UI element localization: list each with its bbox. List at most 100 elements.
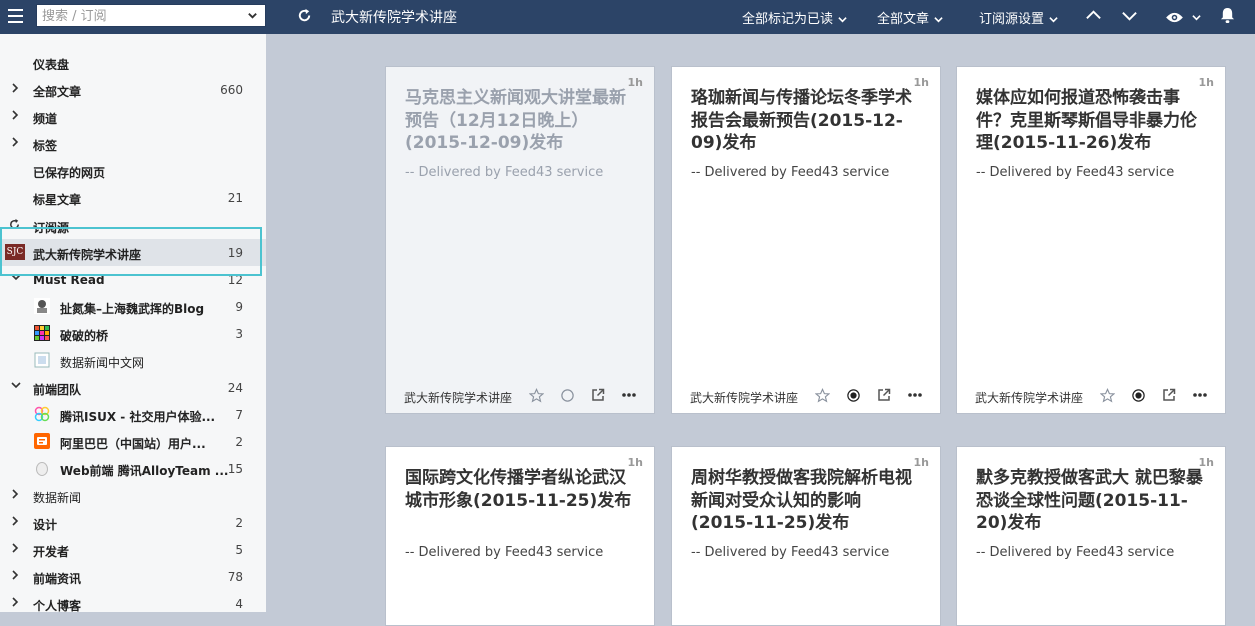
article-source[interactable]: 武大新传院学术讲座: [404, 389, 512, 406]
view-options-button[interactable]: [1165, 9, 1201, 28]
sidebar-item-label: 破破的桥: [60, 329, 109, 343]
star-icon[interactable]: [529, 388, 544, 403]
sidebar-item-label: 开发者: [33, 545, 70, 559]
sidebar-item-channels[interactable]: 频道: [0, 103, 266, 130]
chevron-right-icon[interactable]: [11, 83, 19, 93]
previous-article-icon[interactable]: [1085, 7, 1102, 24]
article-card[interactable]: 1h 周树华教授做客我院解析电视新闻对受众认知的影响(2015-11-25)发布…: [671, 446, 941, 626]
chevron-right-icon[interactable]: [11, 543, 19, 553]
sidebar-folder-personal-blogs[interactable]: 个人博客 4: [0, 590, 266, 612]
chevron-right-icon[interactable]: [11, 137, 19, 147]
search-box[interactable]: [36, 4, 266, 27]
feed-favicon-icon: [36, 462, 48, 476]
chevron-down-icon[interactable]: [11, 273, 21, 281]
refresh-icon[interactable]: [8, 218, 21, 231]
sidebar-folder-must-read[interactable]: Must Read 12: [0, 266, 266, 293]
sidebar-item-label: 阿里巴巴（中国站）用户...: [60, 437, 206, 451]
mark-all-read-button[interactable]: 全部标记为已读: [742, 8, 847, 27]
unread-count: 2: [235, 435, 243, 449]
star-icon[interactable]: [815, 388, 830, 403]
feed-favicon-icon: [34, 406, 50, 422]
sidebar-feed-item[interactable]: 腾讯ISUX - 社交用户体验... 7: [0, 401, 266, 428]
sidebar-item-label: 前端资讯: [33, 572, 82, 586]
sidebar-folder-frontend-team[interactable]: 前端团队 24: [0, 374, 266, 401]
sidebar-item-all-articles[interactable]: 全部文章 660: [0, 76, 266, 103]
unread-count: 21: [227, 191, 243, 205]
sidebar-feed-item[interactable]: 数据新闻中文网: [0, 347, 266, 374]
sidebar-item-subscriptions[interactable]: 订阅源: [0, 212, 266, 239]
more-options-icon[interactable]: [622, 393, 636, 397]
open-external-icon[interactable]: [591, 388, 605, 402]
feed-settings-label: 订阅源设置: [979, 12, 1045, 27]
chevron-right-icon[interactable]: [11, 489, 19, 499]
sidebar-feed-item[interactable]: 破破的桥 3: [0, 320, 266, 347]
article-title[interactable]: 默多克教授做客武大 就巴黎暴恐谈全球性问题(2015-11-20)发布: [976, 467, 1208, 535]
chevron-down-icon[interactable]: [11, 381, 21, 389]
article-title[interactable]: 国际跨文化传播学者纵论武汉城市形象(2015-11-25)发布: [405, 467, 637, 512]
unread-count: 660: [220, 83, 243, 97]
sidebar-item-label: 已保存的网页: [33, 166, 106, 180]
sidebar-item-label: 标签: [33, 139, 58, 153]
sidebar-item-dashboard[interactable]: 仪表盘: [0, 49, 266, 76]
feed-favicon-icon: [34, 352, 50, 368]
sidebar-folder-data-news[interactable]: 数据新闻: [0, 482, 266, 509]
chevron-down-icon[interactable]: [247, 10, 258, 21]
article-title[interactable]: 马克思主义新闻观大讲堂最新预告（12月12日晚上）(2015-12-09)发布: [405, 87, 637, 155]
sidebar-folder-design[interactable]: 设计 2: [0, 509, 266, 536]
eye-icon: [1166, 12, 1183, 23]
article-source[interactable]: 武大新传院学术讲座: [690, 389, 798, 406]
unread-count: 78: [227, 570, 243, 584]
sidebar-item-label: 数据新闻中文网: [60, 356, 145, 370]
feed-settings-button[interactable]: 订阅源设置: [979, 8, 1058, 27]
sidebar-folder-frontend-news[interactable]: 前端资讯 78: [0, 563, 266, 590]
unread-count: 3: [235, 327, 243, 341]
sidebar: 仪表盘 全部文章 660 频道 标签 已保存的网页 标星文章 21 订阅源 SJ…: [0, 34, 266, 612]
open-external-icon[interactable]: [1162, 388, 1176, 402]
sidebar-feed-item[interactable]: 扯氮集–上海魏武挥的Blog 9: [0, 293, 266, 320]
more-options-icon[interactable]: [1193, 393, 1207, 397]
menu-icon[interactable]: [8, 9, 23, 23]
sidebar-feed-item[interactable]: Web前端 腾讯AlloyTeam ... 15: [0, 455, 266, 482]
mark-read-icon[interactable]: [846, 388, 861, 403]
chevron-right-icon[interactable]: [11, 570, 19, 580]
notifications-bell-icon[interactable]: [1220, 7, 1235, 24]
sidebar-item-label: 订阅源: [33, 221, 70, 235]
sidebar-item-starred[interactable]: 标星文章 21: [0, 184, 266, 211]
unread-count: 19: [227, 246, 243, 260]
sidebar-item-saved-pages[interactable]: 已保存的网页: [0, 157, 266, 184]
article-snippet: -- Delivered by Feed43 service: [691, 545, 890, 560]
chevron-right-icon[interactable]: [11, 597, 19, 607]
more-options-icon[interactable]: [908, 393, 922, 397]
search-input[interactable]: [37, 6, 237, 27]
top-toolbar: 武大新传院学术讲座 全部标记为已读 全部文章 订阅源设置: [0, 0, 1255, 34]
mark-all-read-label: 全部标记为已读: [742, 12, 834, 27]
article-card[interactable]: 1h 珞珈新闻与传播论坛冬季学术报告会最新预告(2015-12-09)发布 --…: [671, 66, 941, 414]
article-snippet: -- Delivered by Feed43 service: [405, 165, 604, 180]
article-card[interactable]: 1h 默多克教授做客武大 就巴黎暴恐谈全球性问题(2015-11-20)发布 -…: [956, 446, 1226, 626]
mark-unread-icon[interactable]: [560, 388, 575, 403]
star-icon[interactable]: [1100, 388, 1115, 403]
sidebar-item-selected-feed[interactable]: SJC 武大新传院学术讲座 19: [0, 239, 266, 266]
feed-favicon-icon: [34, 325, 50, 341]
article-snippet: -- Delivered by Feed43 service: [405, 545, 604, 560]
article-source[interactable]: 武大新传院学术讲座: [975, 389, 1083, 406]
article-title[interactable]: 周树华教授做客我院解析电视新闻对受众认知的影响(2015-11-25)发布: [691, 467, 923, 535]
chevron-right-icon[interactable]: [11, 110, 19, 120]
refresh-icon[interactable]: [296, 7, 313, 24]
article-title[interactable]: 媒体应如何报道恐怖袭击事件？克里斯琴斯倡导非暴力伦理(2015-11-26)发布: [976, 87, 1208, 155]
chevron-down-icon: [934, 17, 943, 23]
sidebar-item-tags[interactable]: 标签: [0, 130, 266, 157]
article-card[interactable]: 1h 媒体应如何报道恐怖袭击事件？克里斯琴斯倡导非暴力伦理(2015-11-26…: [956, 66, 1226, 414]
unread-count: 7: [235, 408, 243, 422]
open-external-icon[interactable]: [877, 388, 891, 402]
sidebar-folder-developers[interactable]: 开发者 5: [0, 536, 266, 563]
mark-read-icon[interactable]: [1131, 388, 1146, 403]
sidebar-feed-item[interactable]: 阿里巴巴（中国站）用户... 2: [0, 428, 266, 455]
all-articles-filter[interactable]: 全部文章: [877, 8, 943, 27]
chevron-right-icon[interactable]: [11, 516, 19, 526]
next-article-icon[interactable]: [1121, 7, 1138, 24]
sidebar-item-label: 腾讯ISUX - 社交用户体验...: [60, 410, 216, 424]
article-card[interactable]: 1h 国际跨文化传播学者纵论武汉城市形象(2015-11-25)发布 -- De…: [385, 446, 655, 626]
article-title[interactable]: 珞珈新闻与传播论坛冬季学术报告会最新预告(2015-12-09)发布: [691, 87, 923, 155]
article-card[interactable]: 1h 马克思主义新闻观大讲堂最新预告（12月12日晚上）(2015-12-09)…: [385, 66, 655, 414]
